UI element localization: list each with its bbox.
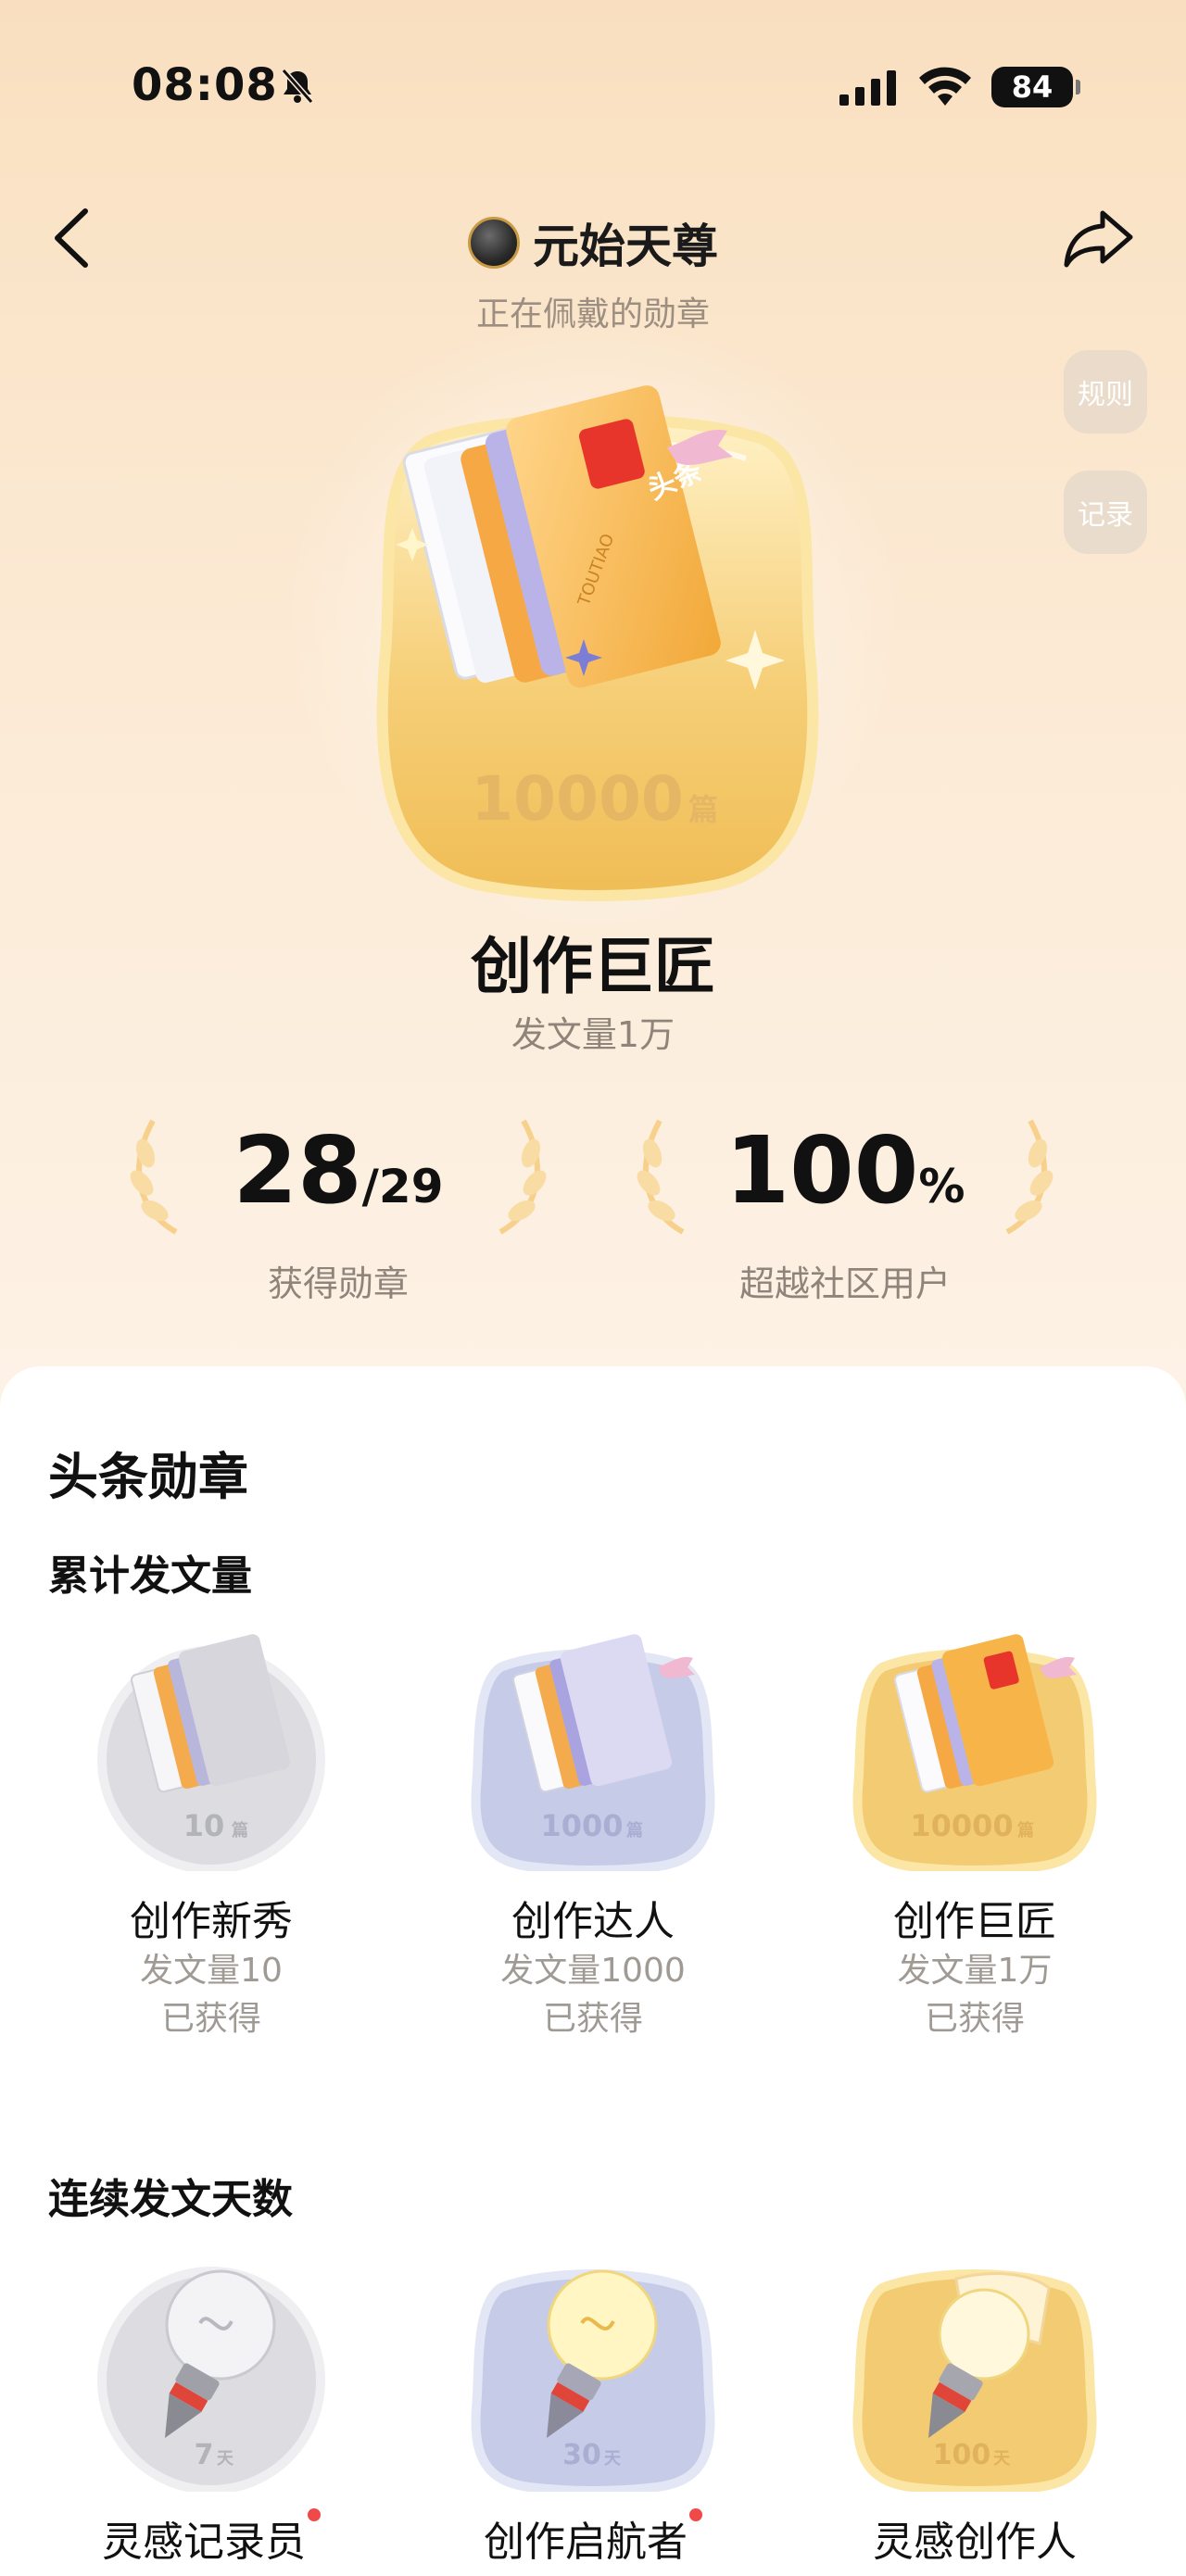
badge-card[interactable]: 100 天 灵感创作人 — [817, 2251, 1132, 2568]
badge-plate-unit: 篇 — [1017, 1820, 1034, 1841]
badges-earned-count: 28 — [233, 1116, 362, 1225]
featured-badge-title: 创作巨匠 — [471, 931, 715, 1002]
featured-badge-image: 头条 TOUTIAO 10000 篇 — [376, 385, 819, 901]
badges-total: /29 — [361, 1160, 444, 1213]
badge-status: 已获得 — [542, 2000, 643, 2038]
badge-requirement: 发文量10 — [140, 1952, 283, 1990]
badge-image-silver-posts: 10 篇 — [97, 1634, 325, 1871]
group-title-posts: 累计发文量 — [48, 1552, 252, 1600]
badge-status: 已获得 — [924, 2000, 1025, 2038]
records-button[interactable]: 记录 — [1064, 471, 1147, 554]
status-bar: 08:08 84 — [0, 56, 1186, 120]
badge-image-lavender-streak: 30 天 — [471, 2269, 715, 2492]
laurel-right-icon — [498, 1119, 547, 1235]
laurel-right-icon — [1005, 1119, 1054, 1235]
badge-plate-unit: 篇 — [626, 1820, 643, 1841]
new-dot-indicator — [689, 2508, 702, 2521]
badge-plate-number: 100 — [933, 2439, 991, 2471]
badge-name: 创作新秀 — [130, 1898, 293, 1945]
percentile-value: 100 — [725, 1116, 919, 1225]
badge-plate-number: 7 — [195, 2439, 214, 2471]
avatar[interactable] — [468, 217, 520, 269]
badge-image-silver-streak: 7 天 — [97, 2267, 325, 2492]
badge-image-gold-posts: 10000 篇 — [852, 1634, 1097, 1871]
badge-name: 灵感创作人 — [873, 2519, 1077, 2566]
badges-earned-label: 获得勋章 — [267, 1263, 409, 1304]
percent-sign: % — [918, 1160, 965, 1213]
wearing-label: 正在佩戴的勋章 — [475, 295, 710, 333]
badge-plate-unit: 天 — [993, 2449, 1011, 2469]
battery-indicator: 84 — [991, 67, 1080, 107]
badge-name: 创作巨匠 — [893, 1898, 1056, 1945]
badge-name: 灵感记录员 — [54, 2508, 369, 2568]
featured-plate-number: 10000 — [471, 763, 684, 835]
user-row: 元始天尊 — [0, 209, 1186, 274]
wifi-icon — [919, 67, 971, 106]
badge-image-lavender-posts: 1000 篇 — [471, 1634, 715, 1871]
status-time: 08:08 — [132, 59, 278, 111]
cellular-signal-icon — [839, 70, 896, 106]
group-title-streak: 连续发文天数 — [48, 2176, 293, 2223]
badge-card[interactable]: 30 天 创作启航者 — [435, 2251, 751, 2568]
badge-requirement: 发文量1万 — [897, 1952, 1053, 1990]
badge-plate-number: 1000 — [540, 1808, 623, 1843]
badge-plate-number: 10 — [183, 1808, 225, 1843]
percentile-label: 超越社区用户 — [738, 1263, 951, 1304]
share-icon[interactable] — [1062, 206, 1136, 270]
featured-badge-subtitle: 发文量1万 — [511, 1014, 675, 1055]
rules-button[interactable]: 规则 — [1064, 350, 1147, 434]
badge-card[interactable]: 7 天 灵感记录员 — [54, 2251, 369, 2568]
badge-card[interactable]: 10000 篇 创作巨匠 发文量1万 已获得 — [817, 1630, 1132, 2043]
badge-status: 已获得 — [160, 2000, 261, 2038]
badge-card[interactable]: 10 篇 创作新秀 发文量10 已获得 — [54, 1630, 369, 2043]
percentile-stat: 100% 超越社区用户 — [632, 1098, 1058, 1311]
badge-name: 创作达人 — [511, 1898, 675, 1945]
badge-requirement: 发文量1000 — [500, 1952, 686, 1990]
badge-plate-number: 30 — [562, 2439, 601, 2471]
badges-earned-stat: 28/29 获得勋章 — [125, 1098, 551, 1311]
featured-plate-unit: 篇 — [688, 792, 718, 827]
new-dot-indicator — [308, 2508, 321, 2521]
badge-name: 创作启航者 — [435, 2508, 751, 2568]
username: 元始天尊 — [533, 220, 718, 273]
badge-card[interactable]: 1000 篇 创作达人 发文量1000 已获得 — [435, 1630, 751, 2043]
badge-plate-unit: 天 — [217, 2449, 234, 2469]
badge-plate-unit: 天 — [604, 2449, 622, 2469]
badge-plate-unit: 篇 — [232, 1820, 248, 1841]
badge-plate-number: 10000 — [910, 1808, 1013, 1843]
badge-image-gold-streak: 100 天 — [852, 2269, 1097, 2492]
bell-muted-icon — [281, 69, 314, 104]
section-title: 头条勋章 — [48, 1448, 248, 1506]
